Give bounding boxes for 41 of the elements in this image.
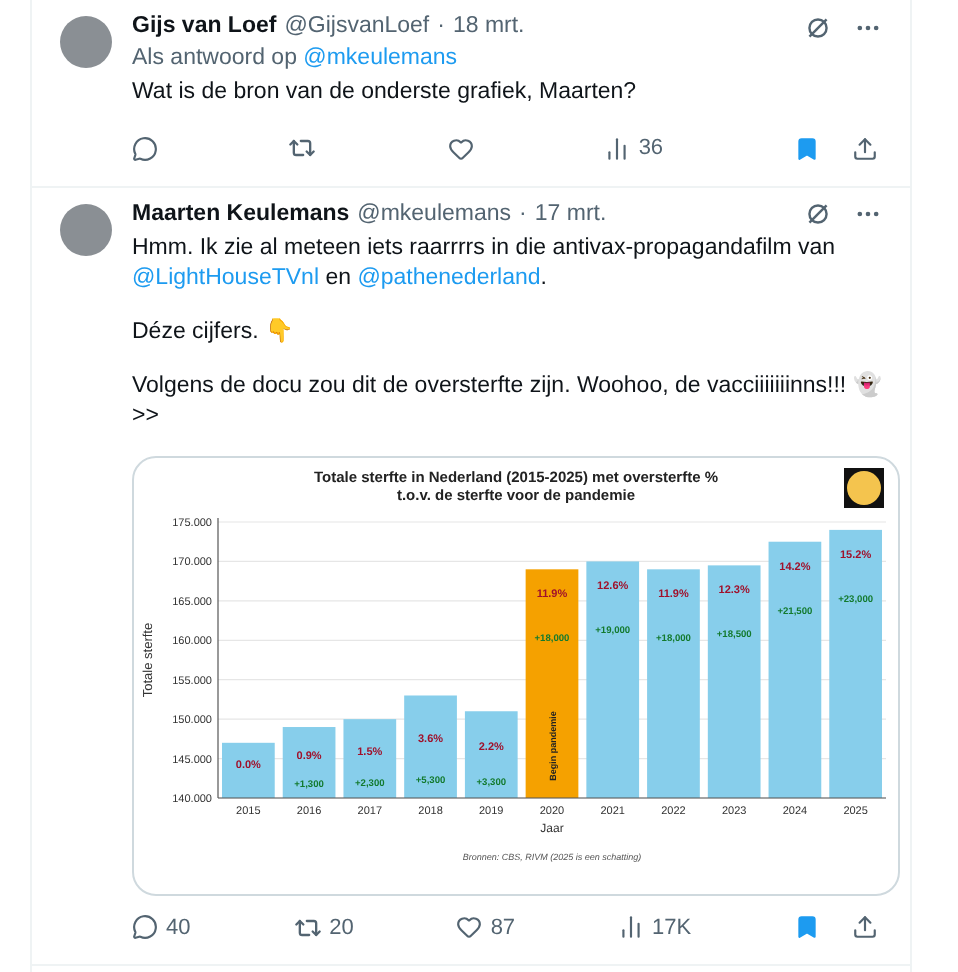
repost-count: 20 (329, 913, 354, 943)
author-handle[interactable]: @GijsvanLoef (284, 12, 430, 42)
reply-icon (132, 135, 158, 162)
view-count: 17K (651, 913, 692, 943)
sun-icon (844, 467, 884, 507)
bookmark-button[interactable] (794, 135, 820, 162)
author-handle[interactable]: @mkeulemans (357, 199, 512, 229)
author-name[interactable]: Maarten Keulemans (132, 199, 350, 229)
post-date[interactable]: 17 mrt. (534, 199, 607, 229)
slashed-circle-icon[interactable] (806, 202, 830, 226)
views-button[interactable]: 36 (604, 132, 664, 165)
post-text: Wat is de bron van de onderste grafiek, Maarten? (132, 78, 639, 108)
heart-icon (447, 135, 474, 162)
heart-icon (456, 914, 483, 941)
date-separator: · (437, 12, 445, 42)
repost-button[interactable]: 20 (293, 911, 354, 944)
like-button[interactable] (447, 135, 474, 162)
slashed-circle-icon[interactable] (806, 15, 830, 39)
like-count: 87 (490, 913, 516, 943)
bar-chart-icon (604, 135, 631, 162)
author-name[interactable]: Gijs van Loef (132, 12, 277, 42)
reply-button[interactable]: 40 (132, 911, 191, 944)
reply-icon (132, 914, 158, 941)
post-date[interactable]: 18 mrt. (452, 12, 525, 42)
avatar[interactable] (60, 16, 112, 68)
chart-card[interactable] (132, 455, 900, 895)
share-button[interactable] (851, 914, 878, 941)
reply-button[interactable] (132, 135, 158, 162)
bookmark-button[interactable] (793, 914, 820, 941)
views-button[interactable]: 17K (617, 911, 692, 944)
post-text: Volgens de docu zou dit de oversterfte zijn. Woohoo, de vacciiiiiiinns!!! 👻 >> (132, 371, 882, 431)
reply-count: 40 (166, 913, 191, 943)
share-button[interactable] (852, 135, 878, 162)
bar-chart-icon (617, 914, 644, 941)
avatar[interactable] (60, 203, 112, 255)
post-text: Hmm. Ik zie al meteen iets raarrrrs in die antivax-propagandafilm van @LightHouseTVnl en @pathenederland. (132, 233, 838, 293)
like-button[interactable]: 87 (456, 911, 516, 944)
date-separator: · (519, 199, 527, 229)
post-text: Déze cijfers. 👇 (132, 317, 295, 347)
reply-context: Als antwoord op (132, 46, 297, 70)
view-count: 36 (638, 134, 664, 164)
